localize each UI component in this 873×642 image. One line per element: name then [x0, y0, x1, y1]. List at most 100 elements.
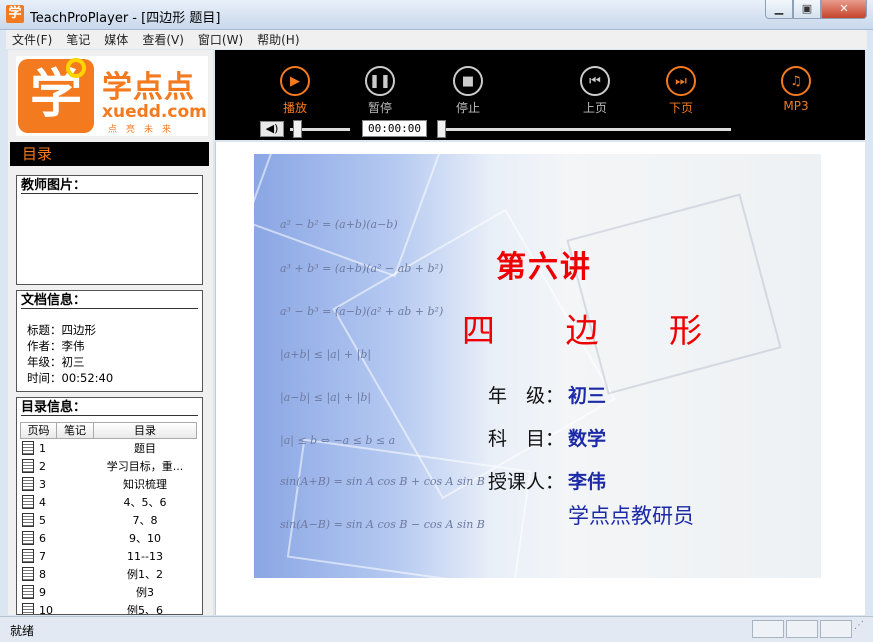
document-icon [22, 477, 34, 491]
toc-page-cell: 5 [20, 513, 93, 527]
logo-magnifier-icon [66, 58, 86, 78]
teacher-label: 授课人： [488, 471, 565, 493]
prev-button[interactable]: ⏮ 上页 [565, 66, 625, 116]
document-icon [22, 441, 34, 455]
toc-page-number: 9 [39, 585, 46, 599]
play-icon: ▶ [280, 66, 310, 96]
toc-title-cell: 题目 [134, 442, 156, 455]
document-icon [22, 549, 34, 563]
resize-grip-icon[interactable]: ⋰ [854, 620, 870, 638]
document-info-title: 文档信息： [21, 293, 198, 309]
close-icon[interactable]: ✕ [821, 0, 867, 19]
pause-icon: ❚❚ [365, 66, 395, 96]
mp3-label: MP3 [783, 99, 809, 113]
toc-row[interactable]: 7 11--13 [20, 547, 197, 565]
toc-page-number: 2 [39, 459, 46, 473]
stop-label: 停止 [455, 101, 480, 115]
formula: sin(A+B) = sin A cos B + cos A sin B [280, 475, 485, 488]
toc-row[interactable]: 10 例5、6 [20, 601, 197, 615]
progress-slider-thumb[interactable] [437, 120, 446, 138]
next-label: 下页 [668, 101, 693, 115]
logo-slogan: 点亮未来 [108, 125, 181, 135]
menu-notes[interactable]: 笔记 [66, 31, 90, 48]
toc-title-cell: 9、10 [129, 532, 161, 545]
window-title: TeachProPlayer - [四边形 题目] [30, 11, 221, 26]
toc-table: 页码 笔记 目录 1 题目 2 学习目标，重... 3 知识梳理 4 4、5、6 5 7、8 6 9、… [20, 422, 197, 615]
teaching-team: 学点点教研员 [568, 504, 694, 528]
doc-info-row: 时间：00:52:40 [27, 371, 114, 385]
menu-window[interactable]: 窗口(W) [198, 31, 243, 48]
toc-header: 目录 [10, 142, 209, 166]
menu-media[interactable]: 媒体 [104, 31, 128, 48]
menu-help[interactable]: 帮助(H) [257, 31, 299, 48]
formula: a² − b² = (a+b)(a−b) [280, 218, 398, 231]
lecture-topic: 四 边 形 [462, 311, 732, 350]
toc-row[interactable]: 5 7、8 [20, 511, 197, 529]
toc-page-cell: 1 [20, 441, 93, 455]
music-icon: ♫ [781, 66, 811, 96]
doc-info-row: 作者：李伟 [27, 339, 85, 353]
prev-label: 上页 [582, 101, 607, 115]
toc-row[interactable]: 1 题目 [20, 439, 197, 457]
toc-title-cell: 11--13 [127, 549, 163, 563]
pause-button[interactable]: ❚❚ 暂停 [350, 66, 410, 116]
toc-row[interactable]: 8 例1、2 [20, 565, 197, 583]
formula: a³ + b³ = (a+b)(a² − ab + b²) [280, 262, 444, 275]
formula: sin(A−B) = sin A cos B − cos A sin B [280, 518, 485, 531]
maximize-icon[interactable]: ▣ [793, 0, 821, 19]
toc-row[interactable]: 6 9、10 [20, 529, 197, 547]
toc-page-number: 1 [39, 441, 46, 455]
toc-page-number: 7 [39, 549, 46, 563]
toc-row[interactable]: 2 学习目标，重... [20, 457, 197, 475]
toc-row[interactable]: 3 知识梳理 [20, 475, 197, 493]
toc-page-number: 10 [39, 603, 53, 615]
formula: |a−b| ≤ |a| + |b| [280, 391, 372, 404]
toc-page-cell: 4 [20, 495, 93, 509]
lecture-number: 第六讲 [496, 250, 592, 285]
document-info-panel: 文档信息： 标题：四边形 作者：李伟 年级：初三 时间：00:52:40 [16, 290, 203, 392]
minimize-icon[interactable]: ▁ [765, 0, 793, 19]
menu-file[interactable]: 文件(F) [12, 31, 52, 48]
menu-view[interactable]: 查看(V) [142, 31, 184, 48]
column-header-title[interactable]: 目录 [94, 423, 196, 438]
toc-table-header: 页码 笔记 目录 [20, 422, 197, 439]
toc-row[interactable]: 4 4、5、6 [20, 493, 197, 511]
teacher-picture-panel: 教师图片： [16, 175, 203, 285]
toc-title-cell: 例3 [136, 586, 154, 599]
stop-icon: ■ [453, 66, 483, 96]
toc-title-cell: 7、8 [132, 514, 158, 527]
toc-page-cell: 3 [20, 477, 93, 491]
toc-page-cell: 7 [20, 549, 93, 563]
subject-value: 数学 [568, 428, 607, 450]
toc-page-number: 3 [39, 477, 46, 491]
toc-page-number: 4 [39, 495, 46, 509]
menu-bar: 文件(F) 笔记 媒体 查看(V) 窗口(W) 帮助(H) [6, 30, 867, 49]
sidebar: 学 学点点 xuedd.com 点亮未来 目录 教师图片： 文档信息： 标题：四… [8, 50, 213, 615]
player-controls: ▶ 播放 ❚❚ 暂停 ■ 停止 ⏮ 上页 ⏭ 下页 ♫ MP3 ◀) 00:00:00 [215, 50, 865, 140]
doc-info-row: 年级：初三 [27, 355, 85, 369]
toc-title-cell: 知识梳理 [123, 478, 167, 491]
previous-page-icon: ⏮ [580, 66, 610, 96]
column-header-page[interactable]: 页码 [21, 423, 57, 438]
formula: |a| ≤ b ⇔ −a ≤ b ≤ a [280, 434, 396, 447]
toc-title-cell: 例1、2 [127, 568, 163, 581]
status-panel [752, 620, 784, 638]
toc-row[interactable]: 9 例3 [20, 583, 197, 601]
toc-page-number: 8 [39, 567, 46, 581]
content-area: a² − b² = (a+b)(a−b) a³ + b³ = (a+b)(a² … [215, 142, 865, 615]
status-panel [786, 620, 818, 638]
play-button[interactable]: ▶ 播放 [265, 66, 325, 116]
status-bar: 就绪 ⋰ [0, 616, 873, 642]
column-header-notes[interactable]: 笔记 [57, 423, 94, 438]
document-icon [22, 531, 34, 545]
document-icon [22, 513, 34, 527]
speaker-icon[interactable]: ◀) [260, 121, 284, 137]
toc-page-cell: 8 [20, 567, 93, 581]
stop-button[interactable]: ■ 停止 [438, 66, 498, 116]
logo-url: xuedd.com [102, 102, 207, 122]
next-button[interactable]: ⏭ 下页 [651, 66, 711, 116]
time-display: 00:00:00 [362, 120, 427, 137]
volume-slider-thumb[interactable] [293, 120, 302, 138]
progress-slider[interactable] [441, 128, 731, 131]
mp3-button[interactable]: ♫ MP3 [766, 66, 826, 113]
